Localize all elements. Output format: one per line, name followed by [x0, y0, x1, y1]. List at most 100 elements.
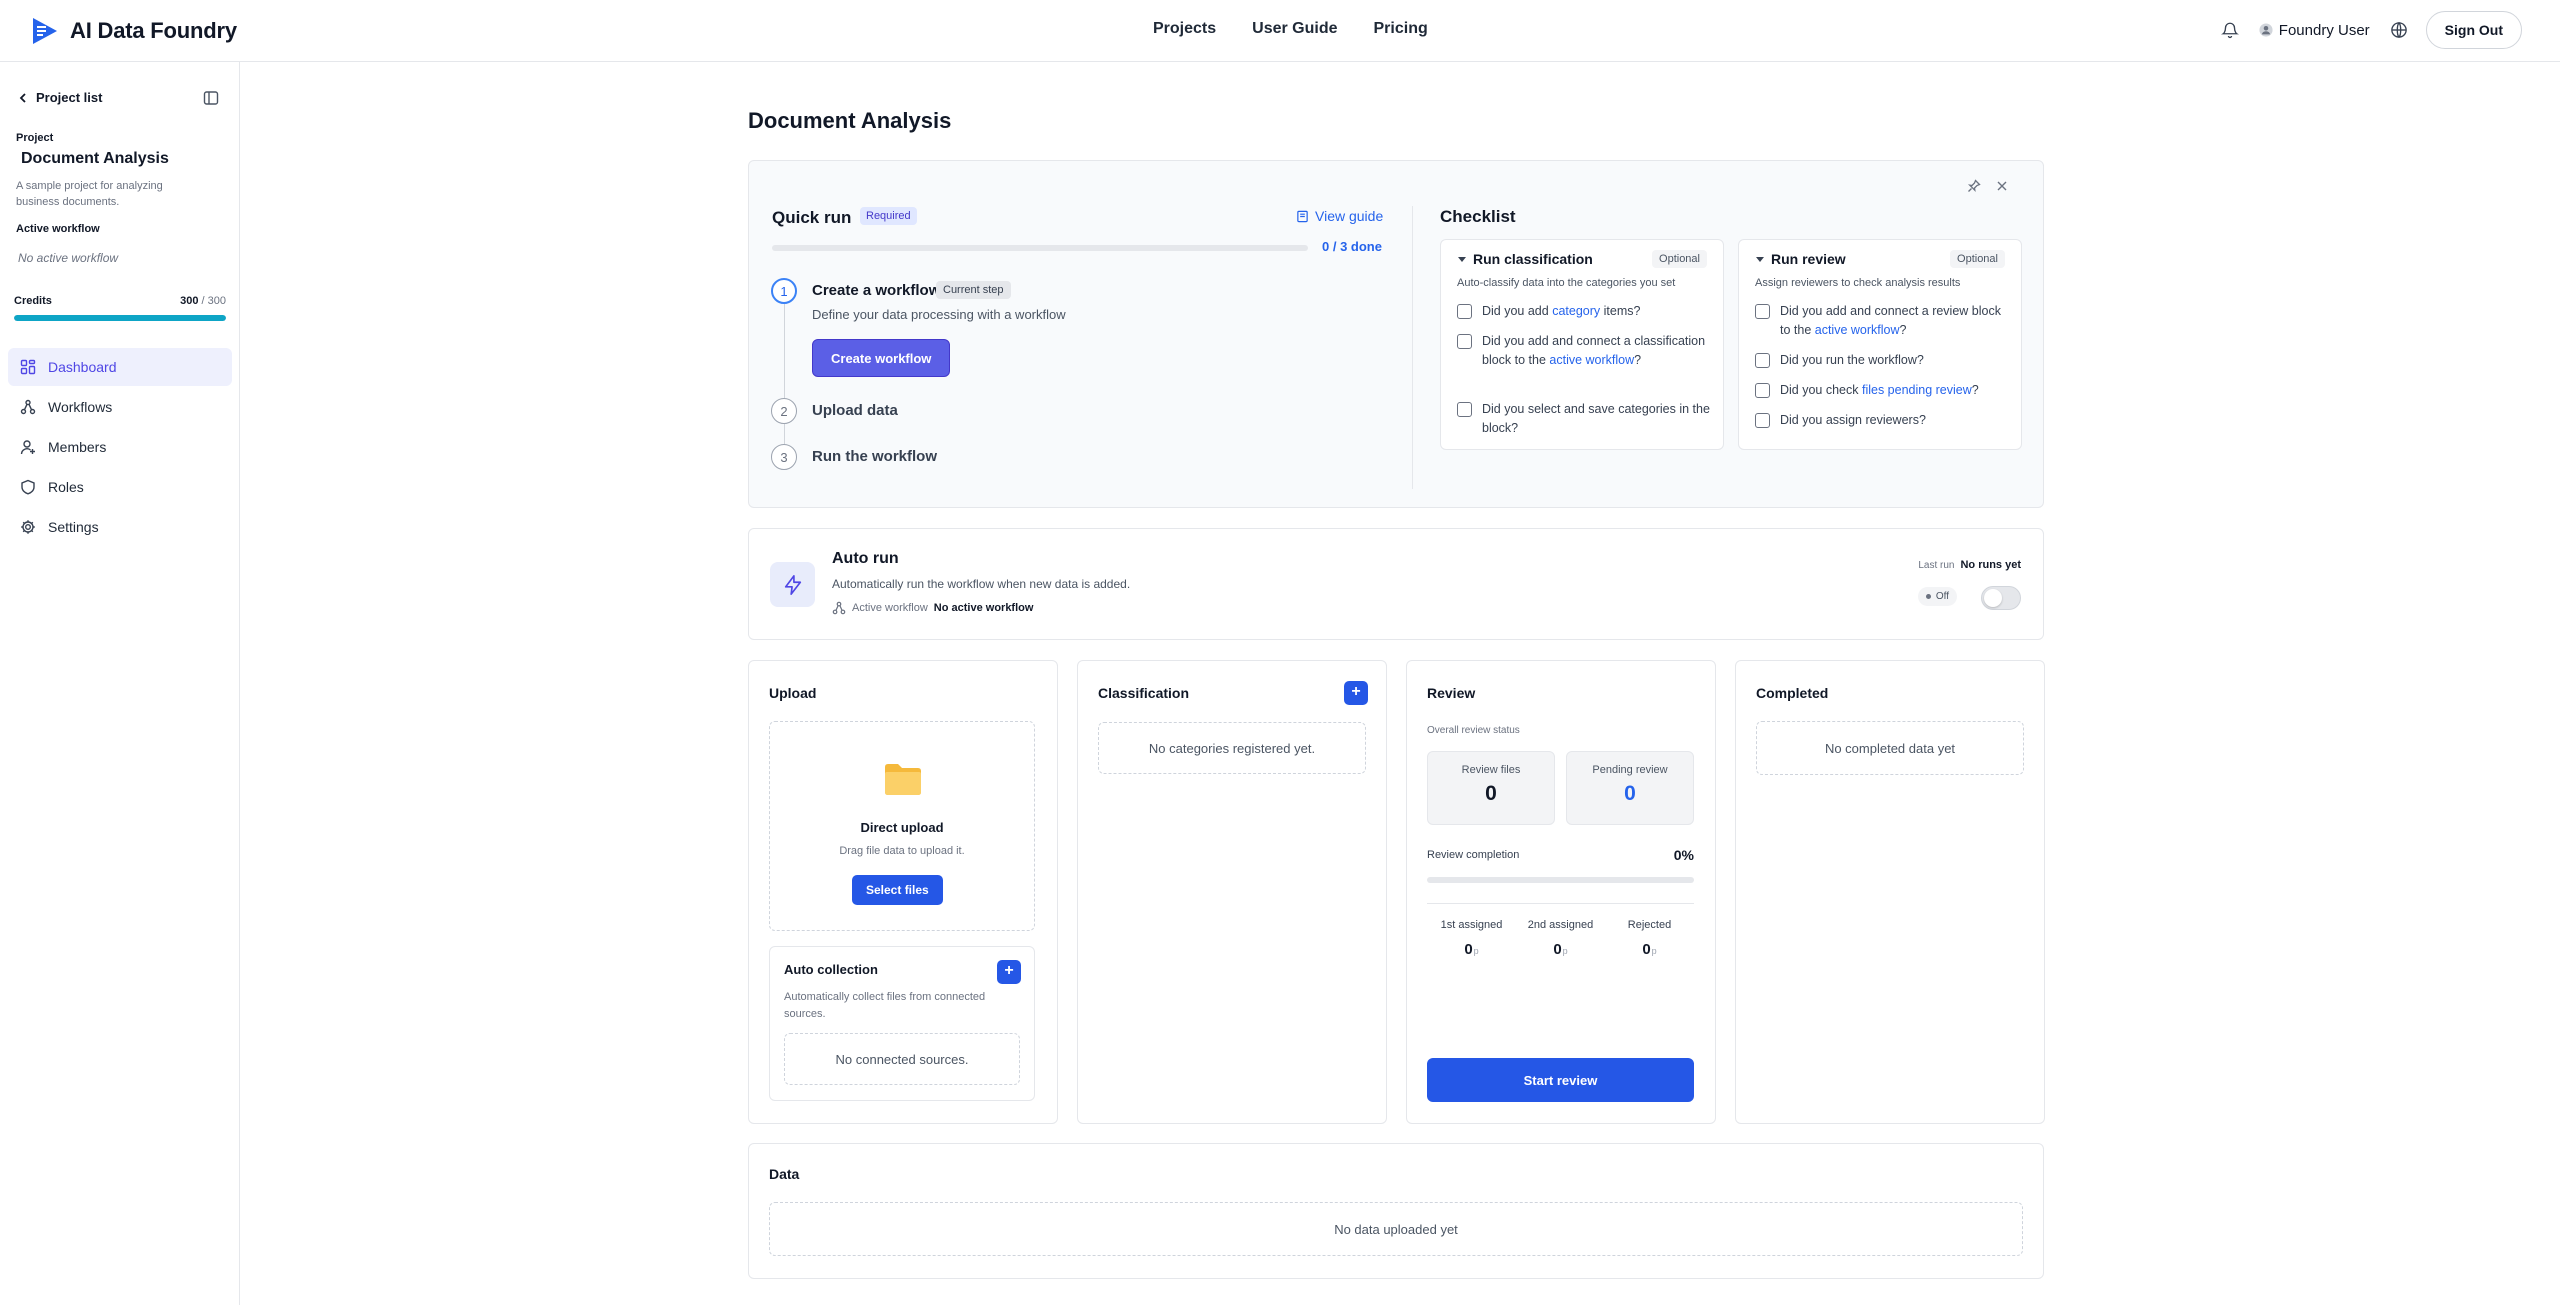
sidebar-item-dashboard[interactable]: Dashboard [8, 348, 232, 386]
checklist-item[interactable]: Did you add and connect a review block t… [1755, 302, 2009, 340]
select-files-button[interactable]: Select files [852, 875, 943, 905]
review-toggle[interactable]: Run review [1755, 251, 1846, 267]
checkbox[interactable] [1755, 304, 1770, 319]
checklist-item[interactable]: Did you run the workflow? [1755, 351, 2009, 370]
add-category-button[interactable]: + [1344, 681, 1368, 705]
create-workflow-button[interactable]: Create workflow [812, 339, 951, 377]
sidebar-item-label: Roles [48, 479, 84, 495]
pending-review-stat[interactable]: Pending review 0 [1566, 751, 1694, 825]
checklist-item[interactable]: Did you add and connect a classification… [1457, 332, 1711, 370]
sidebar-item-label: Dashboard [48, 359, 117, 375]
direct-upload-hint: Drag file data to upload it. [839, 845, 965, 857]
start-review-button[interactable]: Start review [1427, 1058, 1694, 1102]
checkbox[interactable] [1457, 402, 1472, 417]
review-checklist-desc: Assign reviewers to check analysis resul… [1755, 277, 1961, 289]
checklist-link[interactable]: files pending review [1862, 383, 1972, 397]
add-source-button[interactable]: + [997, 960, 1021, 984]
review-card: Review Overall review status Review file… [1406, 660, 1716, 1124]
nav-user-guide[interactable]: User Guide [1252, 20, 1337, 38]
data-title: Data [769, 1166, 800, 1182]
credits-bar-fill [14, 315, 226, 321]
review-completion-label: Review completion [1427, 849, 1520, 861]
step-connector [784, 424, 785, 444]
step-3-title: Run the workflow [812, 448, 937, 465]
chevron-left-icon [19, 92, 26, 103]
nav-projects[interactable]: Projects [1153, 20, 1216, 38]
checklist-link[interactable]: category [1552, 304, 1600, 318]
auto-run-workflow-value: No active workflow [933, 602, 1034, 614]
credits-bar [14, 315, 226, 321]
user-menu[interactable]: Foundry User [2259, 22, 2370, 39]
checkbox[interactable] [1755, 413, 1770, 428]
sidebar-item-label: Members [48, 439, 107, 455]
sidebar-item-settings[interactable]: Settings [8, 508, 232, 546]
checklist-text: Did you select and save categories in th… [1482, 402, 1710, 435]
checklist-text: ? [1899, 323, 1907, 337]
first-assigned-stat: 1st assigned 0p [1427, 919, 1516, 958]
step-1-description: Define your data processing with a workf… [812, 307, 1066, 322]
sidebar-item-label: Settings [48, 519, 99, 535]
checklist-review: Run review Optional Assign reviewers to … [1738, 239, 2022, 450]
upload-dropzone[interactable]: Direct upload Drag file data to upload i… [769, 721, 1035, 931]
sidebar-item-roles[interactable]: Roles [8, 468, 232, 506]
divider [1412, 206, 1413, 489]
sidebar-item-workflows[interactable]: Workflows [8, 388, 232, 426]
checkbox[interactable] [1457, 334, 1472, 349]
last-run: Last run No runs yet [1918, 559, 2021, 571]
globe-icon[interactable] [2390, 21, 2408, 39]
toggle-knob [1984, 589, 2002, 607]
sign-out-button[interactable]: Sign Out [2425, 11, 2522, 49]
active-workflow-label: Active workflow [16, 223, 100, 235]
completed-card: Completed No completed data yet [1735, 660, 2045, 1124]
sidebar-item-label: Workflows [48, 399, 113, 415]
classification-toggle[interactable]: Run classification [1457, 251, 1593, 267]
no-data-placeholder: No data uploaded yet [769, 1202, 2023, 1256]
step-2-title: Upload data [812, 402, 898, 419]
credits-total: / 300 [198, 295, 226, 307]
project-label: Project [16, 132, 54, 144]
checklist-item[interactable]: Did you select and save categories in th… [1457, 400, 1711, 438]
review-completion-bar [1427, 877, 1694, 883]
auto-collection-description: Automatically collect files from connect… [784, 991, 986, 1020]
checklist-link[interactable]: active workflow [1815, 323, 1900, 337]
quick-run-progress-text: 0 / 3 done [1322, 239, 1382, 254]
nav-pricing[interactable]: Pricing [1374, 20, 1428, 38]
auto-run-workflow: Active workflow No active workflow [832, 601, 1033, 615]
brand[interactable]: AI Data Foundry [30, 16, 237, 46]
user-avatar-icon [2259, 23, 2273, 37]
required-badge: Required [860, 207, 917, 225]
unit-label: p [1562, 946, 1568, 956]
sidebar-collapse-icon[interactable] [203, 90, 219, 106]
checklist-item[interactable]: Did you check files pending review? [1755, 381, 2009, 400]
second-assigned-stat: 2nd assigned 0p [1516, 919, 1605, 958]
quick-run-card: Quick run Required View guide 0 / 3 done… [748, 160, 2044, 508]
project-list-link[interactable]: Project list [18, 90, 102, 105]
view-guide-link[interactable]: View guide [1296, 208, 1383, 224]
review-files-label: Review files [1461, 764, 1521, 776]
caret-down-icon [1756, 257, 1764, 262]
member-icon [20, 440, 35, 455]
bell-icon[interactable] [2220, 21, 2239, 39]
checklist-item[interactable]: Did you assign reviewers? [1755, 411, 2009, 430]
rejected-value: 0 [1642, 941, 1651, 958]
close-icon[interactable] [1995, 179, 2009, 193]
lightning-icon [784, 574, 801, 595]
checklist-item[interactable]: Did you add category items? [1457, 302, 1711, 321]
checklist-title: Checklist [1440, 207, 1516, 226]
review-files-value: 0 [1485, 782, 1497, 805]
auto-run-icon-box [770, 562, 815, 607]
checkbox[interactable] [1755, 353, 1770, 368]
checklist-link[interactable]: active workflow [1549, 353, 1634, 367]
upload-title: Upload [769, 685, 817, 701]
checklist-text: Did you check [1780, 383, 1862, 397]
sidebar-item-members[interactable]: Members [8, 428, 232, 466]
pin-icon[interactable] [1967, 179, 1981, 193]
checkbox[interactable] [1755, 383, 1770, 398]
auto-run-description: Automatically run the workflow when new … [832, 577, 1131, 591]
status-dot [1925, 594, 1931, 599]
checkbox[interactable] [1457, 304, 1472, 319]
book-icon [1297, 210, 1308, 222]
rejected-stat: Rejected 0p [1605, 919, 1694, 958]
auto-run-toggle[interactable] [1981, 586, 2021, 610]
checklist-text: ? [1971, 383, 1979, 397]
